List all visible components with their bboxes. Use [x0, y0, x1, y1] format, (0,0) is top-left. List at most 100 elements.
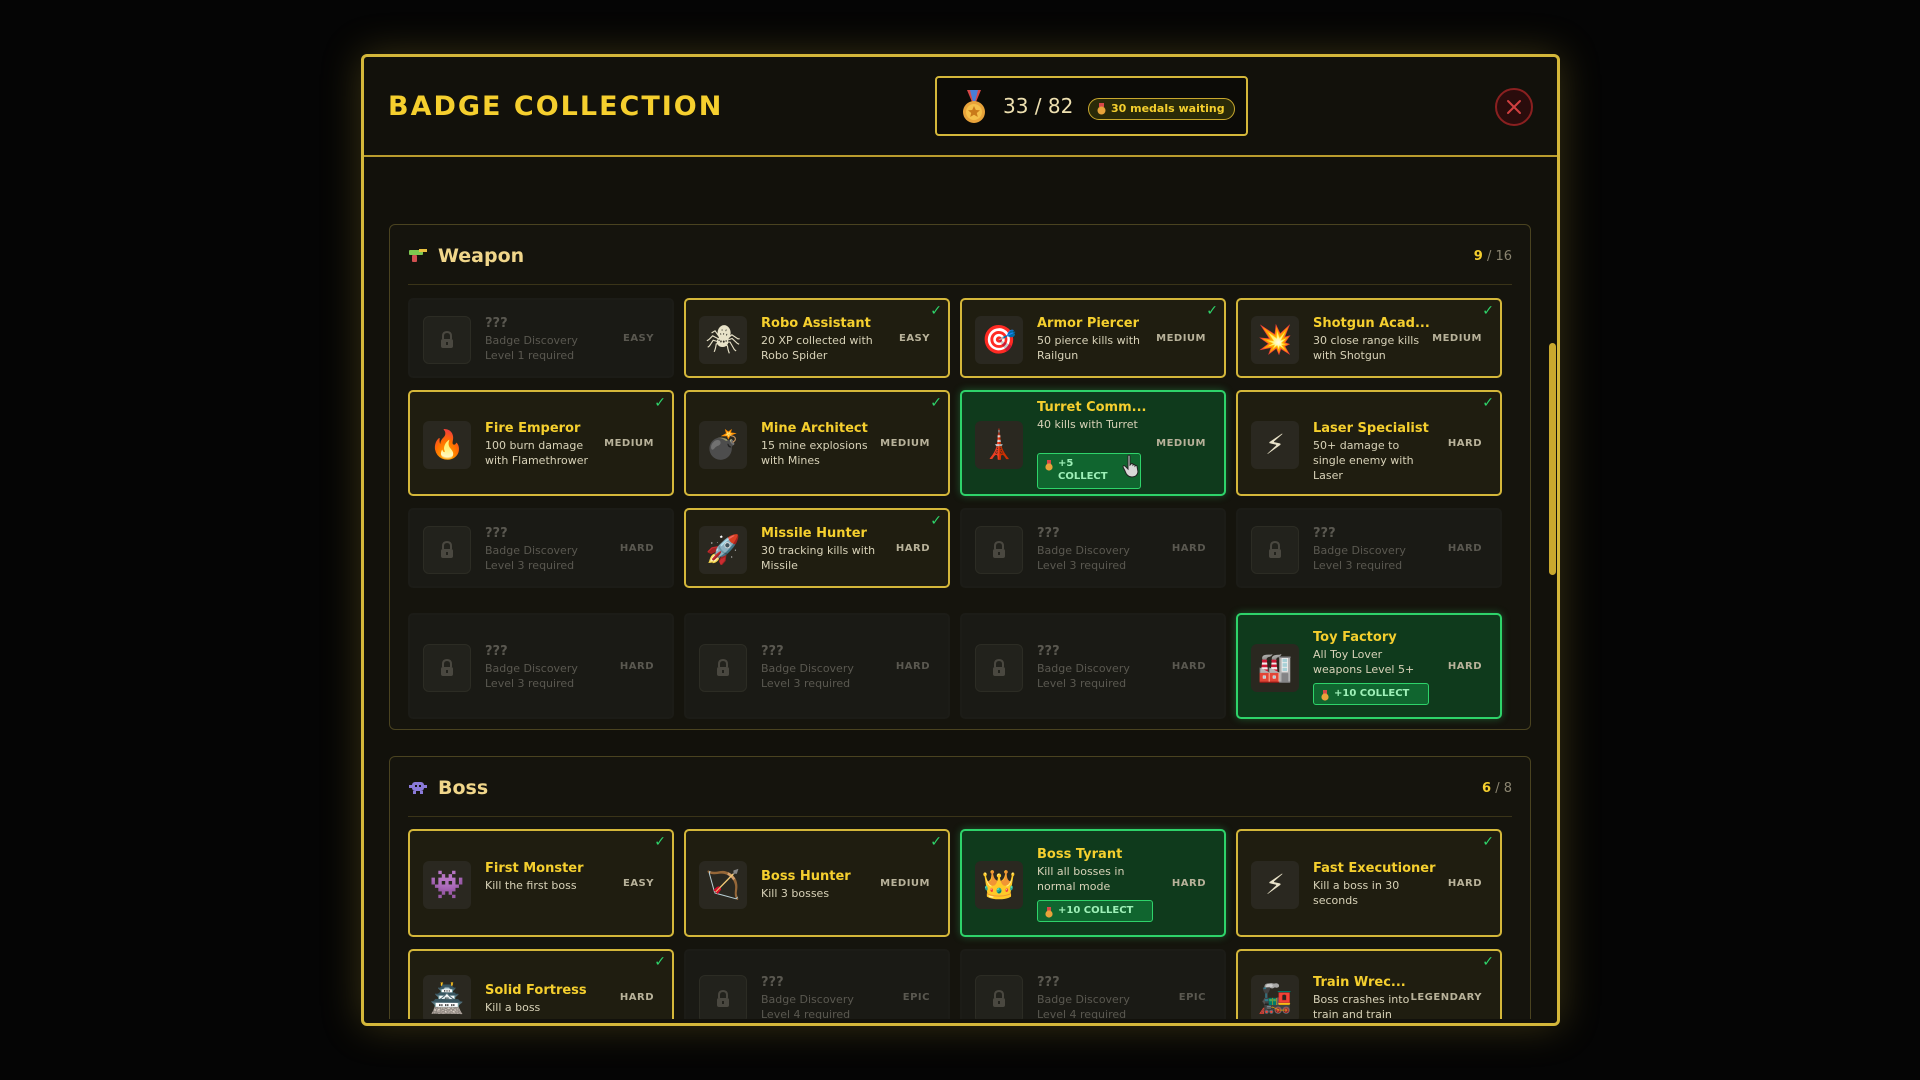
badge-description: 20 XP collected with Robo Spider [761, 334, 873, 362]
medal-icon [1045, 460, 1053, 471]
badge-card-locked: ??? Badge Discovery Level 1 required EASY [408, 298, 674, 378]
lock-icon [699, 644, 747, 692]
fortress-icon: 🏯 [423, 975, 471, 1019]
difficulty-label: HARD [1447, 438, 1482, 449]
badge-card[interactable]: 🕷 Robo Assistant 20 XP collected with Robo… [684, 298, 950, 378]
badge-list[interactable]: Weapon 9 / 16 ??? Badge Discovery Level 1… [364, 159, 1557, 1019]
difficulty-label: HARD [619, 543, 654, 554]
close-button[interactable] [1495, 88, 1533, 126]
lightning-icon: ⚡ [1251, 421, 1299, 469]
badge-name: Robo Assistant [761, 316, 871, 331]
badge-card[interactable]: 💣 Mine Architect 15 mine explosions with M… [684, 390, 950, 496]
badge-counter: 33 / 82 30 medals waiting [935, 76, 1248, 136]
badge-name: ??? [761, 644, 784, 659]
close-icon [1507, 100, 1521, 114]
badge-description: Kill 3 bosses [761, 887, 830, 900]
badge-card[interactable]: 🏯 Solid Fortress Kill a boss HARD ✓ [408, 949, 674, 1019]
collect-label: +5 COLLECT [1058, 458, 1108, 482]
badge-description: Badge Discovery Level 3 required [485, 544, 578, 572]
collect-button[interactable]: +10 COLLECT [1313, 683, 1429, 705]
badge-card[interactable]: 🏭 Toy Factory All Toy Lover weapons Level … [1236, 613, 1502, 719]
difficulty-label: LEGENDARY [1410, 992, 1482, 1003]
difficulty-label: HARD [619, 661, 654, 672]
bomb-icon: 💣 [699, 421, 747, 469]
lock-icon [975, 526, 1023, 574]
badge-name: Solid Fortress [485, 983, 587, 998]
bow-icon: 🏹 [699, 861, 747, 909]
badge-card[interactable]: ⚡ Fast Executioner Kill a boss in 30 secon… [1236, 829, 1502, 937]
badge-name: Turret Comm... [1037, 400, 1147, 415]
badge-name: ??? [1037, 526, 1060, 541]
fire-icon: 🔥 [423, 421, 471, 469]
badge-description: Badge Discovery Level 3 required [1037, 662, 1130, 690]
difficulty-label: EPIC [902, 992, 930, 1003]
crown-icon: 👑 [975, 861, 1023, 909]
badge-name: Toy Factory [1313, 630, 1397, 645]
check-icon: ✓ [654, 395, 666, 411]
monster-icon: 👾 [423, 861, 471, 909]
check-icon: ✓ [930, 395, 942, 411]
section-count: 6 / 8 [1482, 781, 1512, 796]
train-icon: 🚂 [1251, 975, 1299, 1019]
badge-card-locked: ??? Badge Discovery Level 3 required HARD [1236, 508, 1502, 588]
counter-text: 33 / 82 [1003, 94, 1074, 118]
medals-waiting-badge: 30 medals waiting [1088, 98, 1235, 120]
badge-card-locked: ??? Badge Discovery Level 4 required EPIC [684, 949, 950, 1019]
difficulty-label: MEDIUM [1156, 333, 1206, 344]
badge-description: Kill the first boss [485, 879, 577, 892]
section-header: Weapon 9 / 16 [408, 225, 1512, 285]
badge-name: ??? [485, 316, 508, 331]
difficulty-label: HARD [1447, 878, 1482, 889]
badge-card[interactable]: 🎯 Armor Piercer 50 pierce kills with Railg… [960, 298, 1226, 378]
badge-description: Kill a boss [485, 1001, 541, 1014]
lock-icon [699, 975, 747, 1019]
badge-description: 50+ damage to single enemy with Laser [1313, 439, 1414, 482]
badge-card[interactable]: 🔥 Fire Emperor 100 burn damage with Flamet… [408, 390, 674, 496]
weapon-icon [409, 249, 427, 262]
lock-icon [423, 526, 471, 574]
section-title: Boss [438, 777, 489, 799]
badge-card[interactable]: 💥 Shotgun Acad... 30 close range kills wit… [1236, 298, 1502, 378]
badge-name: Mine Architect [761, 421, 868, 436]
badge-card[interactable]: 🚀 Missile Hunter 30 tracking kills with Mi… [684, 508, 950, 588]
badge-description: Badge Discovery Level 3 required [761, 662, 854, 690]
badge-card[interactable]: 🏹 Boss Hunter Kill 3 bosses MEDIUM ✓ [684, 829, 950, 937]
badge-description: Badge Discovery Level 4 required [761, 993, 854, 1019]
lock-icon [975, 975, 1023, 1019]
badge-name: ??? [485, 644, 508, 659]
badge-description: 30 tracking kills with Missile [761, 544, 876, 572]
badge-name: Fast Executioner [1313, 861, 1436, 876]
badge-description: 50 pierce kills with Railgun [1037, 334, 1140, 362]
count-total: / 16 [1486, 249, 1512, 264]
badge-card[interactable]: 🚂 Train Wrec... Boss crashes into train an… [1236, 949, 1502, 1019]
badge-card[interactable]: 🗼 Turret Comm... 40 kills with Turret MEDIU… [960, 390, 1226, 496]
difficulty-label: HARD [1171, 543, 1206, 554]
section-boss: Boss 6 / 8 👾 First Monster Kill the first … [389, 756, 1531, 1019]
lightning-icon: ⚡ [1251, 861, 1299, 909]
check-icon: ✓ [1482, 395, 1494, 411]
difficulty-label: MEDIUM [880, 438, 930, 449]
badge-card[interactable]: 👑 Boss Tyrant Kill all bosses in normal mo… [960, 829, 1226, 937]
check-icon: ✓ [930, 834, 942, 850]
medal-icon [1045, 907, 1053, 918]
collect-label: +10 COLLECT [1058, 905, 1134, 916]
section-title: Weapon [438, 245, 525, 267]
difficulty-label: HARD [1447, 661, 1482, 672]
badge-card[interactable]: 👾 First Monster Kill the first boss EASY ✓ [408, 829, 674, 937]
badge-card-locked: ??? Badge Discovery Level 4 required EPIC [960, 949, 1226, 1019]
badge-name: Fire Emperor [485, 421, 581, 436]
badge-description: Badge Discovery Level 3 required [485, 662, 578, 690]
scrollbar-thumb[interactable] [1549, 343, 1556, 575]
check-icon: ✓ [1206, 303, 1218, 319]
badge-name: ??? [1037, 644, 1060, 659]
badge-description: Badge Discovery Level 1 required [485, 334, 578, 362]
badge-card[interactable]: ⚡ Laser Specialist 50+ damage to single en… [1236, 390, 1502, 496]
badge-name: Missile Hunter [761, 526, 867, 541]
spider-icon: 🕷 [699, 316, 747, 364]
target-icon: 🎯 [975, 316, 1023, 364]
difficulty-label: EASY [622, 333, 654, 344]
collect-button[interactable]: +10 COLLECT [1037, 900, 1153, 922]
difficulty-label: HARD [895, 661, 930, 672]
burst-icon: 💥 [1251, 316, 1299, 364]
difficulty-label: EASY [898, 333, 930, 344]
